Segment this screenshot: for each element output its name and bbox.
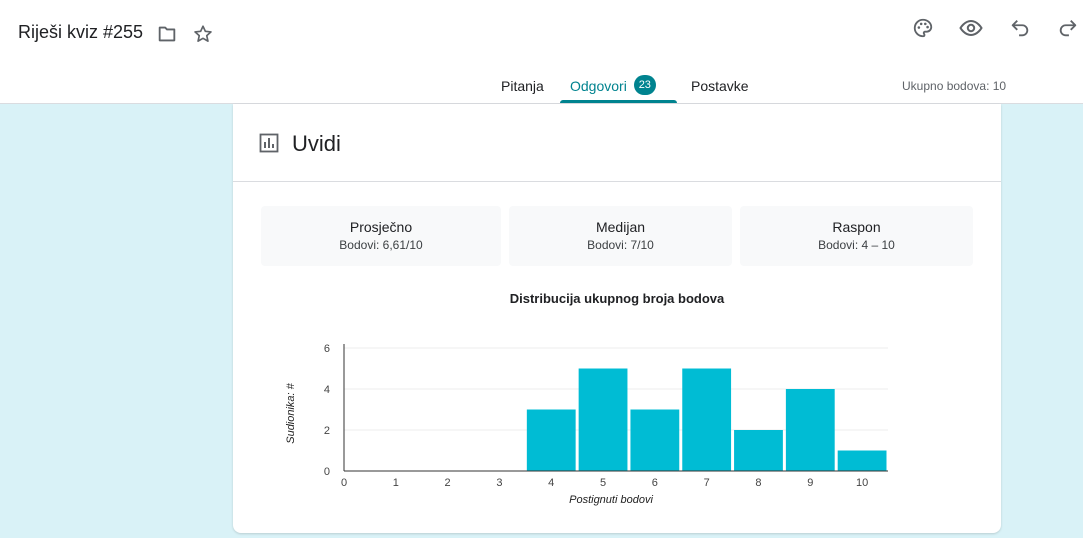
bar (526, 409, 576, 471)
score-distribution-chart: 0 2 4 6 0 1 2 3 4 5 6 7 8 9 10 Postignuti bodovi Sudioni… (285, 343, 888, 506)
x-tick-label: 5 (600, 477, 606, 489)
responses-count-badge: 23 (633, 75, 656, 95)
x-tick-label: 7 (704, 477, 710, 489)
bar (837, 450, 887, 471)
active-tab-indicator (560, 100, 677, 103)
bar (734, 430, 783, 471)
tab-label: Odgovori (570, 78, 627, 94)
x-axis-label: Postignuti bodovi (569, 494, 653, 506)
y-tick-label: 2 (324, 425, 330, 437)
x-tick-label: 4 (548, 477, 554, 489)
y-axis-label: Sudionika: # (285, 382, 297, 443)
x-tick-label: 6 (652, 477, 658, 489)
bar (785, 389, 835, 471)
y-tick-label: 0 (324, 466, 330, 478)
tab-label: Postavke (691, 78, 749, 94)
tab-settings[interactable]: Postavke (691, 66, 749, 104)
x-tick-label: 9 (807, 477, 813, 489)
y-tick-label: 6 (324, 343, 330, 355)
x-tick-label: 2 (445, 477, 451, 489)
x-tick-label: 0 (341, 477, 347, 489)
eye-icon[interactable] (959, 16, 983, 40)
y-tick-label: 4 (324, 384, 330, 396)
x-tick-label: 8 (755, 477, 761, 489)
tab-questions[interactable]: Pitanja (501, 66, 544, 104)
bar (578, 368, 628, 471)
star-icon[interactable] (191, 22, 215, 46)
tab-label: Pitanja (501, 78, 544, 94)
insights-card: Uvidi Prosječno Bodovi: 6,61/10 Medijan … (233, 104, 1001, 533)
form-title[interactable]: Riješi kviz #255 (18, 22, 143, 43)
redo-icon[interactable] (1056, 16, 1080, 40)
x-tick-label: 3 (496, 477, 502, 489)
bar (630, 409, 680, 471)
top-bar: Riješi kviz #255 Pitanja Odgovori 23 Pos… (0, 0, 1083, 104)
bar (682, 368, 732, 471)
total-points: Ukupno bodova: 10 (902, 79, 1007, 93)
x-tick-label: 10 (856, 477, 868, 489)
undo-icon[interactable] (1008, 16, 1032, 40)
tab-responses[interactable]: Odgovori 23 (570, 66, 656, 104)
palette-icon[interactable] (911, 16, 935, 40)
x-tick-label: 1 (393, 477, 399, 489)
folder-icon[interactable] (155, 22, 179, 46)
